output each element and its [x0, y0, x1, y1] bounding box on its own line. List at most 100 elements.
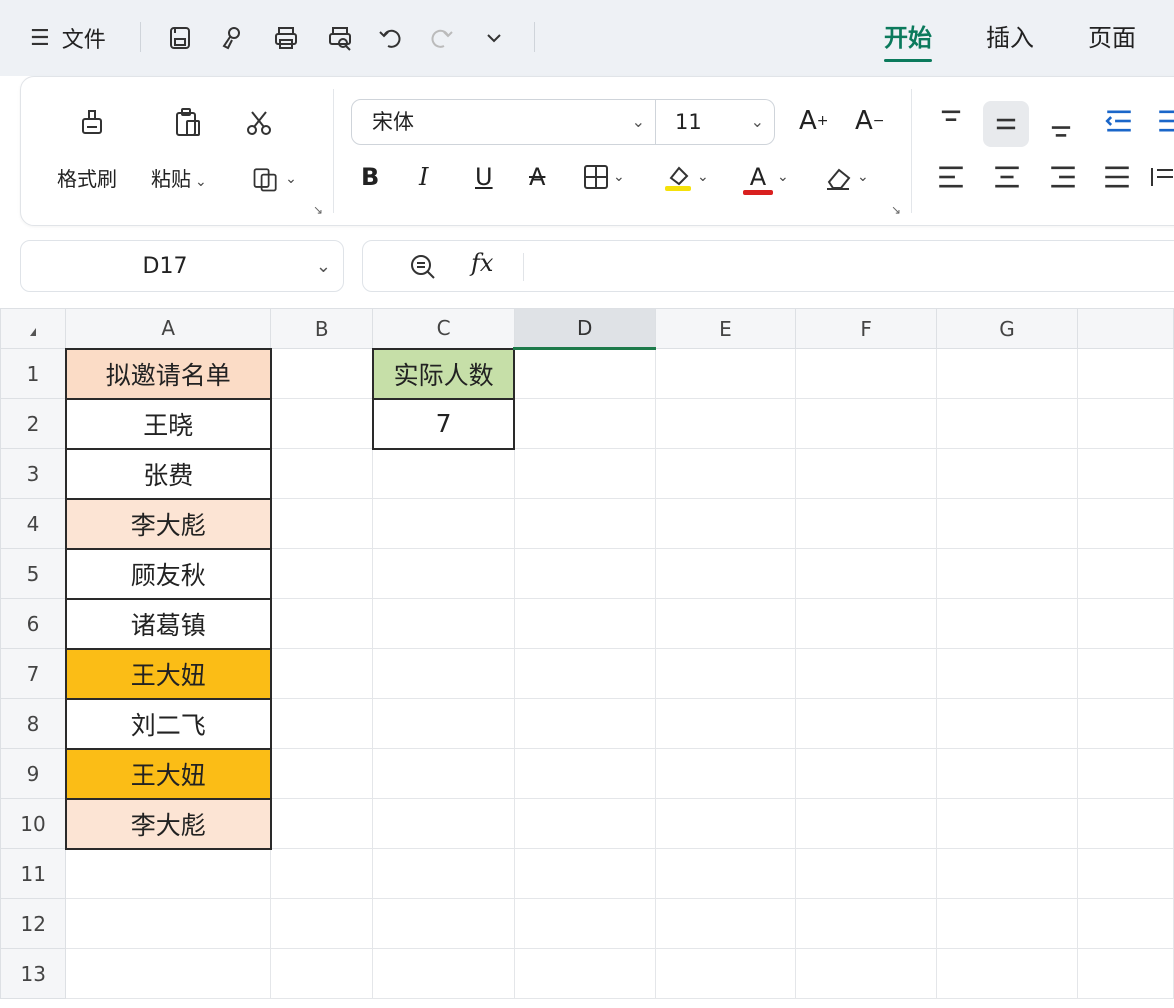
- cell[interactable]: [513, 648, 656, 699]
- cell[interactable]: [270, 948, 374, 999]
- row-header[interactable]: 6: [0, 598, 67, 649]
- cell[interactable]: [936, 798, 1078, 849]
- row-header[interactable]: 2: [0, 398, 67, 449]
- cell[interactable]: [513, 598, 656, 649]
- align-top-icon[interactable]: [931, 101, 971, 141]
- cell[interactable]: [270, 598, 374, 649]
- clipboard-launcher-icon[interactable]: ↘: [313, 203, 323, 217]
- italic-button[interactable]: I: [419, 157, 428, 197]
- cell[interactable]: [513, 948, 656, 999]
- insert-function-icon[interactable]: fx: [471, 249, 493, 277]
- row-header[interactable]: 12: [0, 898, 67, 949]
- tab-home[interactable]: 开始: [884, 20, 932, 62]
- cell[interactable]: [372, 498, 515, 549]
- row-header[interactable]: 9: [0, 748, 67, 799]
- cell[interactable]: [372, 648, 515, 699]
- cell[interactable]: [513, 748, 656, 799]
- cell[interactable]: [936, 398, 1078, 449]
- cell[interactable]: [372, 848, 515, 899]
- cell-c1[interactable]: 实际人数: [371, 347, 516, 400]
- increase-font-button[interactable]: A +: [799, 101, 829, 141]
- column-header-a[interactable]: A: [65, 308, 272, 349]
- row-header[interactable]: 8: [0, 698, 67, 749]
- cell[interactable]: [795, 898, 938, 949]
- cell[interactable]: [654, 448, 797, 499]
- cell-a10[interactable]: 李大彪: [64, 797, 272, 850]
- cell[interactable]: [654, 698, 797, 749]
- zoom-formula-icon[interactable]: [409, 253, 437, 281]
- cell[interactable]: [372, 748, 515, 799]
- cell-a1[interactable]: 拟邀请名单: [64, 347, 272, 400]
- decrease-font-button[interactable]: A −: [855, 101, 885, 141]
- cell[interactable]: [1076, 548, 1174, 599]
- cell[interactable]: [936, 748, 1078, 799]
- cell[interactable]: [654, 748, 797, 799]
- cell[interactable]: [795, 348, 938, 399]
- cell[interactable]: [513, 798, 656, 849]
- row-header[interactable]: 13: [0, 948, 67, 999]
- cell[interactable]: [654, 798, 797, 849]
- cell[interactable]: [513, 448, 656, 499]
- cell[interactable]: [936, 898, 1078, 949]
- cell[interactable]: [1076, 748, 1174, 799]
- row-header[interactable]: 4: [0, 498, 67, 549]
- cell[interactable]: [795, 948, 938, 999]
- name-box[interactable]: D17 ⌄: [20, 240, 344, 292]
- cell-a8[interactable]: 刘二飞: [64, 697, 272, 750]
- cell[interactable]: [654, 848, 797, 899]
- cell[interactable]: [1076, 648, 1174, 699]
- cell[interactable]: [270, 898, 374, 949]
- tab-insert[interactable]: 插入: [986, 20, 1034, 60]
- cell[interactable]: [1076, 398, 1174, 449]
- paste-button[interactable]: 粘贴 ⌄: [151, 163, 207, 192]
- cell[interactable]: [654, 398, 797, 449]
- row-header[interactable]: 10: [0, 798, 67, 849]
- cell[interactable]: [1076, 898, 1174, 949]
- cell[interactable]: [795, 398, 938, 449]
- cell[interactable]: [936, 548, 1078, 599]
- cell-a9[interactable]: 王大妞: [64, 747, 272, 800]
- format-painter-icon[interactable]: [69, 99, 115, 145]
- file-menu[interactable]: ☰ 文件: [30, 18, 106, 58]
- cell[interactable]: [270, 348, 374, 399]
- cell[interactable]: [654, 948, 797, 999]
- copy-button[interactable]: ⌄: [241, 157, 307, 201]
- cell[interactable]: [270, 398, 374, 449]
- cell[interactable]: [936, 698, 1078, 749]
- column-header-c[interactable]: C: [372, 308, 515, 349]
- row-header[interactable]: 7: [0, 648, 67, 699]
- row-header[interactable]: 1: [0, 348, 67, 399]
- cell[interactable]: [1076, 448, 1174, 499]
- cut-icon[interactable]: [237, 101, 281, 145]
- bold-button[interactable]: B: [361, 157, 379, 197]
- cell[interactable]: [795, 848, 938, 899]
- cell[interactable]: [1076, 848, 1174, 899]
- cell[interactable]: [372, 698, 515, 749]
- cell[interactable]: [513, 398, 656, 449]
- cell[interactable]: [65, 848, 272, 899]
- clear-format-button[interactable]: ⌄: [823, 157, 869, 197]
- column-header-next[interactable]: [1076, 308, 1174, 349]
- cell[interactable]: [1076, 948, 1174, 999]
- column-header-e[interactable]: E: [654, 308, 797, 349]
- cell-a6[interactable]: 诸葛镇: [64, 597, 272, 650]
- print-icon[interactable]: [268, 20, 304, 56]
- row-header[interactable]: 11: [0, 848, 67, 899]
- cell[interactable]: [65, 898, 272, 949]
- print-preview-icon[interactable]: [322, 20, 358, 56]
- tab-page[interactable]: 页面: [1088, 20, 1136, 60]
- save-icon[interactable]: [162, 20, 198, 56]
- cell[interactable]: [65, 948, 272, 999]
- cell[interactable]: [270, 798, 374, 849]
- cell-a7[interactable]: 王大妞: [64, 647, 272, 700]
- cell[interactable]: [270, 648, 374, 699]
- column-header-g[interactable]: G: [936, 308, 1078, 349]
- cell[interactable]: [513, 498, 656, 549]
- cell[interactable]: [270, 498, 374, 549]
- row-header[interactable]: 5: [0, 548, 67, 599]
- formula-bar[interactable]: fx: [362, 240, 1174, 292]
- align-middle-icon[interactable]: [983, 101, 1029, 147]
- cell-c2[interactable]: 7: [371, 397, 516, 450]
- increase-indent-icon[interactable]: [1151, 101, 1174, 141]
- cell[interactable]: [936, 448, 1078, 499]
